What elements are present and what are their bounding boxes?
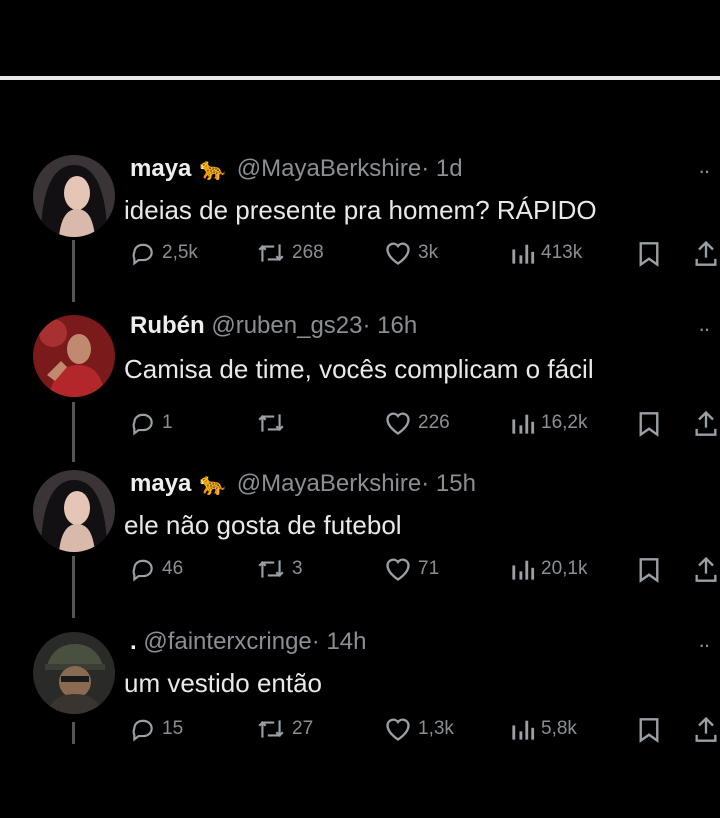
share-icon <box>694 239 720 267</box>
more-options-icon[interactable]: ·· <box>698 316 711 342</box>
views-count: 16,2k <box>541 412 588 433</box>
tweet-header: . @fainterxcringe· 14h <box>130 628 366 656</box>
views-button[interactable]: 20,1k <box>511 556 587 582</box>
share-button[interactable] <box>694 555 720 583</box>
top-divider <box>0 76 720 80</box>
display-name[interactable]: Rubén <box>130 312 205 339</box>
avatar[interactable] <box>33 632 115 714</box>
timestamp[interactable]: · 1d <box>421 155 462 182</box>
handle[interactable]: @MayaBerkshire <box>237 155 421 182</box>
bookmark-button[interactable] <box>638 241 666 267</box>
thread-line <box>72 722 75 744</box>
bookmark-icon <box>638 241 666 267</box>
avatar[interactable] <box>33 315 115 397</box>
reply-icon <box>130 410 162 436</box>
reply-button[interactable]: 15 <box>130 716 183 742</box>
bookmark-button[interactable] <box>638 717 666 743</box>
display-name[interactable]: . <box>130 628 137 655</box>
share-icon <box>694 555 720 583</box>
like-count: 3k <box>418 242 439 263</box>
reply-button[interactable]: 1 <box>130 410 173 436</box>
retweet-button[interactable] <box>256 410 292 436</box>
tweet-text: ideias de presente pra homem? RÁPIDO <box>124 195 597 225</box>
reply-button[interactable]: 2,5k <box>130 240 198 266</box>
reply-count: 15 <box>162 718 184 739</box>
like-button[interactable]: 71 <box>384 556 439 582</box>
share-button[interactable] <box>694 715 720 743</box>
retweet-icon <box>256 240 292 266</box>
like-button[interactable]: 1,3k <box>384 716 454 742</box>
reply-icon <box>130 716 162 742</box>
heart-icon <box>384 410 418 436</box>
tweet-text: um vestido então <box>124 668 323 698</box>
thread-line <box>72 402 75 462</box>
share-button[interactable] <box>694 409 720 437</box>
bookmark-button[interactable] <box>638 557 666 583</box>
handle[interactable]: @MayaBerkshire <box>237 470 421 497</box>
retweet-icon <box>256 716 292 742</box>
views-button[interactable]: 16,2k <box>511 410 587 436</box>
heart-icon <box>384 240 418 266</box>
tweet-text: ele não gosta de futebol <box>124 510 402 540</box>
reply-button[interactable]: 46 <box>130 556 183 582</box>
heart-icon <box>384 556 418 582</box>
like-button[interactable]: 3k <box>384 240 438 266</box>
views-icon <box>511 410 541 436</box>
reply-count: 1 <box>162 412 173 433</box>
views-icon <box>511 240 541 266</box>
thread-line <box>72 240 75 302</box>
thread-line <box>72 556 75 618</box>
retweet-count: 3 <box>292 558 303 579</box>
display-name[interactable]: maya <box>130 155 191 182</box>
cheetah-emoji: 🐆 <box>199 471 227 496</box>
tweet-header: maya 🐆 @MayaBerkshire· 1d <box>130 155 463 183</box>
views-button[interactable]: 413k <box>511 240 582 266</box>
retweet-button[interactable]: 27 <box>256 716 313 742</box>
share-button[interactable] <box>694 239 720 267</box>
tweet-header: maya 🐆 @MayaBerkshire· 15h <box>130 470 476 498</box>
reply-count: 2,5k <box>162 242 198 263</box>
reply-icon <box>130 556 162 582</box>
tweet-text: Camisa de time, vocês complicam o fácil <box>124 354 594 384</box>
share-icon <box>694 715 720 743</box>
heart-icon <box>384 716 418 742</box>
avatar[interactable] <box>33 470 115 552</box>
retweet-icon <box>256 410 292 436</box>
bookmark-icon <box>638 411 666 437</box>
views-icon <box>511 716 541 742</box>
retweet-button[interactable]: 3 <box>256 556 303 582</box>
retweet-icon <box>256 556 292 582</box>
cheetah-emoji: 🐆 <box>199 156 227 181</box>
share-icon <box>694 409 720 437</box>
tweet-header: Rubén @ruben_gs23· 16h <box>130 312 417 340</box>
more-options-icon[interactable]: ·· <box>698 632 711 658</box>
avatar[interactable] <box>33 155 115 237</box>
views-count: 20,1k <box>541 558 588 579</box>
like-count: 226 <box>418 412 450 433</box>
views-count: 5,8k <box>541 718 577 739</box>
timestamp[interactable]: · 14h <box>312 628 367 655</box>
handle[interactable]: @ruben_gs23 <box>211 312 362 339</box>
retweet-count: 27 <box>292 718 314 739</box>
views-button[interactable]: 5,8k <box>511 716 577 742</box>
retweet-count: 268 <box>292 242 324 263</box>
views-count: 413k <box>541 242 583 263</box>
more-options-icon[interactable]: ·· <box>698 158 711 184</box>
retweet-button[interactable]: 268 <box>256 240 324 266</box>
bookmark-button[interactable] <box>638 411 666 437</box>
bookmark-icon <box>638 717 666 743</box>
like-count: 1,3k <box>418 718 454 739</box>
timestamp[interactable]: · 16h <box>362 312 417 339</box>
timestamp[interactable]: · 15h <box>421 470 476 497</box>
reply-count: 46 <box>162 558 184 579</box>
reply-icon <box>130 240 162 266</box>
display-name[interactable]: maya <box>130 470 191 497</box>
bookmark-icon <box>638 557 666 583</box>
views-icon <box>511 556 541 582</box>
like-button[interactable]: 226 <box>384 410 450 436</box>
like-count: 71 <box>418 558 440 579</box>
handle[interactable]: @fainterxcringe <box>143 628 311 655</box>
